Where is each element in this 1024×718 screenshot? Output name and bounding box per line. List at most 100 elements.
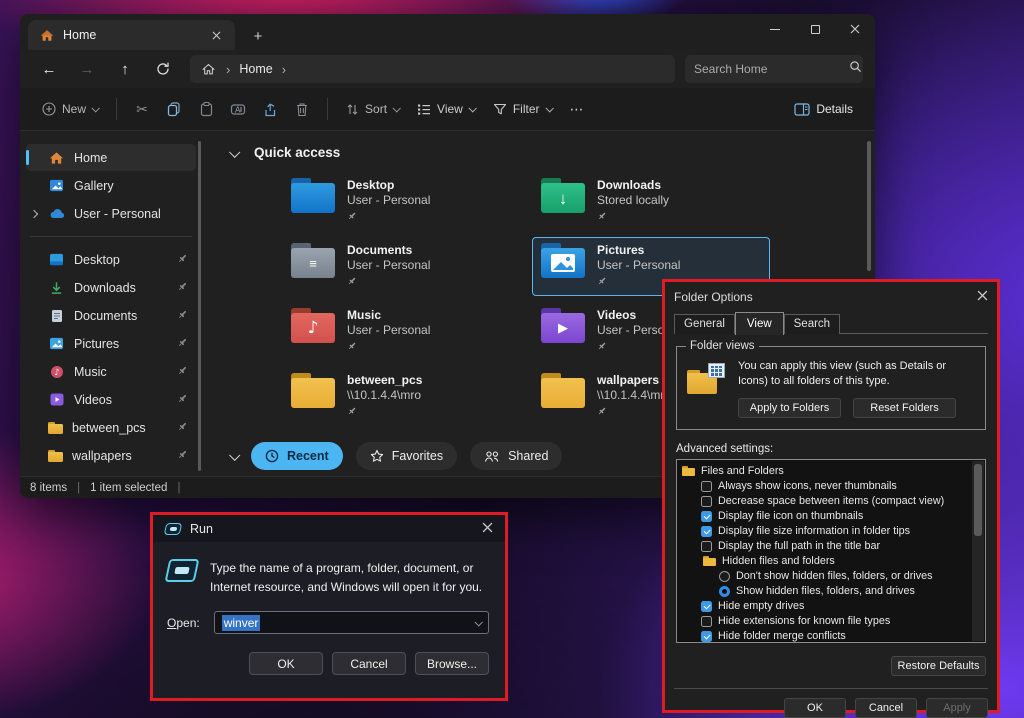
- tab-title: Home: [63, 28, 199, 42]
- checkbox-checked[interactable]: [701, 601, 712, 612]
- content-scrollbar[interactable]: [867, 141, 871, 271]
- close-icon[interactable]: [977, 290, 988, 304]
- list-checkbox-item[interactable]: Decrease space between items (compact vi…: [682, 494, 969, 509]
- list-checkbox-item[interactable]: Display the full path in the title bar: [682, 539, 969, 554]
- apply-button-disabled[interactable]: Apply: [926, 698, 988, 718]
- collapse-chevron-icon[interactable]: [229, 146, 240, 157]
- collapse-chevron-icon[interactable]: [229, 450, 240, 461]
- list-checkbox-item[interactable]: Hide extensions for known file types: [682, 614, 969, 629]
- favorites-pill[interactable]: Favorites: [356, 442, 457, 470]
- quick-access-heading[interactable]: Quick access: [254, 145, 340, 160]
- tab-search[interactable]: Search: [784, 314, 840, 334]
- more-options-icon[interactable]: ⋯: [562, 94, 592, 124]
- checkbox-unchecked[interactable]: [701, 616, 712, 627]
- advanced-settings-list[interactable]: Files and Folders Always show icons, nev…: [676, 459, 986, 643]
- list-checkbox-item[interactable]: Always show icons, never thumbnails: [682, 479, 969, 494]
- paste-icon[interactable]: [191, 94, 221, 124]
- tile-desktop[interactable]: Desktop User - Personal: [282, 172, 520, 231]
- ok-button[interactable]: OK: [249, 652, 323, 675]
- view-button[interactable]: View: [409, 96, 483, 122]
- sidebar-item-desktop[interactable]: Desktop: [26, 246, 196, 273]
- combobox-chevron-icon[interactable]: [474, 618, 482, 626]
- folder-icon: [703, 556, 716, 566]
- checkbox-checked[interactable]: [701, 631, 712, 642]
- ok-button[interactable]: OK: [784, 698, 846, 718]
- cancel-button[interactable]: Cancel: [855, 698, 917, 718]
- radio-selected[interactable]: [719, 586, 730, 597]
- open-combobox[interactable]: winver: [214, 611, 489, 634]
- search-box[interactable]: [685, 55, 863, 83]
- explorer-tab-home[interactable]: Home: [28, 20, 235, 50]
- sidebar-item-wallpapers[interactable]: wallpapers: [26, 442, 196, 469]
- copy-icon[interactable]: [159, 94, 189, 124]
- list-checkbox-item[interactable]: Hide folder merge conflicts: [682, 629, 969, 643]
- details-pane-button[interactable]: Details: [786, 96, 861, 122]
- address-bar[interactable]: › Home ›: [190, 55, 675, 83]
- refresh-button[interactable]: [146, 55, 180, 83]
- list-radio-item[interactable]: Show hidden files, folders, and drives: [682, 584, 969, 599]
- cancel-button[interactable]: Cancel: [332, 652, 406, 675]
- new-button[interactable]: New: [34, 96, 106, 122]
- tab-general[interactable]: General: [674, 314, 735, 334]
- reset-folders-button[interactable]: Reset Folders: [853, 398, 956, 418]
- tab-view[interactable]: View: [735, 312, 784, 335]
- pin-icon: [347, 340, 430, 355]
- pin-icon: [177, 365, 188, 379]
- filter-button[interactable]: Filter: [485, 96, 560, 122]
- list-radio-item[interactable]: Don't show hidden files, folders, or dri…: [682, 569, 969, 584]
- list-checkbox-item[interactable]: Display file size information in folder …: [682, 524, 969, 539]
- folder-options-tabs: General View Search: [674, 311, 988, 334]
- expand-chevron-icon[interactable]: [30, 209, 38, 217]
- cut-icon[interactable]: ✂: [127, 94, 157, 124]
- minimize-button[interactable]: [755, 14, 795, 44]
- checkbox-checked[interactable]: [701, 526, 712, 537]
- sidebar-scrollbar[interactable]: [198, 141, 201, 471]
- up-button[interactable]: ↑: [108, 55, 142, 83]
- list-group-files-and-folders[interactable]: Files and Folders: [682, 464, 969, 479]
- sidebar-item-user-personal[interactable]: User - Personal: [26, 200, 196, 227]
- shared-pill[interactable]: Shared: [470, 442, 562, 470]
- sidebar-item-music[interactable]: ♪ Music: [26, 358, 196, 385]
- back-button[interactable]: ←: [32, 55, 66, 83]
- sidebar-item-gallery[interactable]: Gallery: [26, 172, 196, 199]
- rename-icon[interactable]: A: [223, 94, 253, 124]
- sidebar-item-pictures[interactable]: Pictures: [26, 330, 196, 357]
- share-icon[interactable]: [255, 94, 285, 124]
- list-group-hidden-files[interactable]: Hidden files and folders: [682, 554, 969, 569]
- radio-unselected[interactable]: [719, 571, 730, 582]
- checkbox-unchecked[interactable]: [701, 496, 712, 507]
- sidebar-item-between-pcs[interactable]: between_pcs: [26, 414, 196, 441]
- list-checkbox-item[interactable]: Display file icon on thumbnails: [682, 509, 969, 524]
- list-checkbox-item[interactable]: Hide empty drives: [682, 599, 969, 614]
- checkbox-unchecked[interactable]: [701, 481, 712, 492]
- new-tab-button[interactable]: +: [249, 27, 267, 45]
- tile-between-pcs[interactable]: between_pcs \\10.1.4.4\mro: [282, 367, 520, 426]
- sidebar-item-videos[interactable]: Videos: [26, 386, 196, 413]
- apply-to-folders-button[interactable]: Apply to Folders: [738, 398, 841, 418]
- list-scrollbar[interactable]: [972, 461, 984, 641]
- sidebar-item-downloads[interactable]: Downloads: [26, 274, 196, 301]
- recent-pill[interactable]: Recent: [251, 442, 343, 470]
- people-icon: [484, 450, 500, 463]
- sidebar-item-documents[interactable]: Documents: [26, 302, 196, 329]
- tile-music[interactable]: ♪ Music User - Personal: [282, 302, 520, 361]
- open-label: Open:: [167, 616, 200, 630]
- search-input[interactable]: [694, 62, 849, 76]
- restore-defaults-button[interactable]: Restore Defaults: [891, 656, 986, 676]
- forward-button[interactable]: →: [70, 55, 104, 83]
- browse-button[interactable]: Browse...: [415, 652, 489, 675]
- sort-button[interactable]: Sort: [338, 96, 407, 122]
- close-icon[interactable]: [482, 522, 493, 536]
- tile-downloads[interactable]: ↓ Downloads Stored locally: [532, 172, 770, 231]
- close-button[interactable]: [835, 14, 875, 44]
- documents-folder-icon: ≡: [291, 243, 335, 278]
- delete-icon[interactable]: [287, 94, 317, 124]
- maximize-button[interactable]: [795, 14, 835, 44]
- open-value-selected[interactable]: winver: [222, 615, 261, 631]
- checkbox-unchecked[interactable]: [701, 541, 712, 552]
- tab-close-icon[interactable]: [207, 26, 225, 44]
- tile-documents[interactable]: ≡ Documents User - Personal: [282, 237, 520, 296]
- sidebar-item-home[interactable]: Home: [26, 144, 196, 171]
- breadcrumb-home[interactable]: Home: [239, 62, 272, 76]
- checkbox-checked[interactable]: [701, 511, 712, 522]
